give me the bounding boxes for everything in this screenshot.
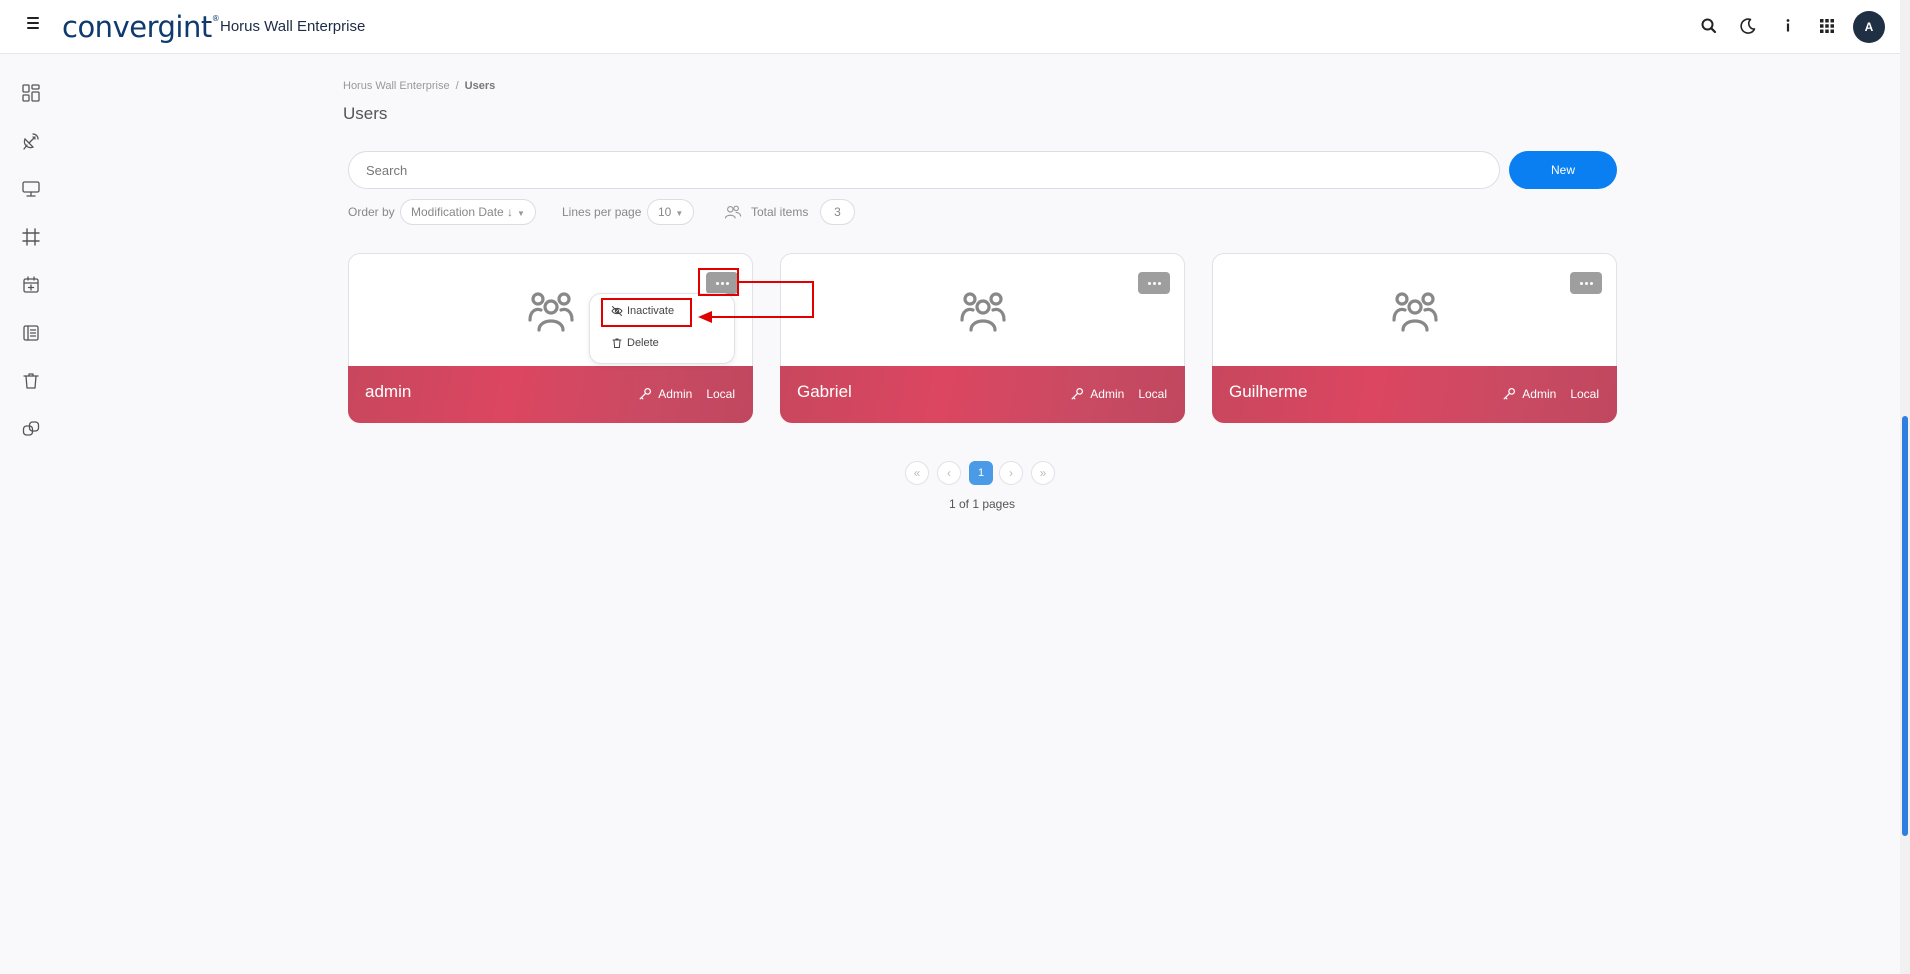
breadcrumb-parent[interactable]: Horus Wall Enterprise [343,80,450,92]
user-card[interactable]: Guilherme Admin Local [1212,253,1617,423]
menu-item-delete[interactable]: Delete [611,337,659,349]
frame-icon[interactable] [21,227,41,247]
order-by-label: Order by [348,205,395,219]
key-icon [1503,387,1516,400]
eye-off-icon [611,306,623,316]
users-group-icon [528,292,574,332]
total-items-label: Total items [751,205,809,219]
scrollbar-thumb[interactable] [1902,416,1908,836]
user-role: Admin [1090,387,1125,401]
user-card[interactable]: Gabriel Admin Local [780,253,1185,423]
lines-per-page-select[interactable]: 10 ▼ [647,199,695,225]
apps-grid-icon[interactable] [1817,16,1837,36]
pages-info: 1 of 1 pages [948,497,1016,511]
search-icon[interactable] [1699,16,1719,36]
menu-item-inactivate[interactable]: Inactivate [611,305,674,317]
user-avatar[interactable]: A [1853,11,1885,43]
card-options-button[interactable] [706,272,738,294]
users-group-icon [960,292,1006,332]
lines-per-page-label: Lines per page [562,205,642,219]
users-group-icon [1392,292,1438,332]
app-title: Horus Wall Enterprise [220,18,366,35]
dashboard-icon[interactable] [21,83,41,103]
user-source: Local [1570,387,1599,401]
user-source: Local [1138,387,1167,401]
total-items-count: 3 [820,199,855,225]
previous-page-button[interactable]: ‹ [937,461,961,485]
hamburger-menu-icon[interactable] [27,17,39,29]
key-icon [639,387,652,400]
user-role: Admin [658,387,693,401]
chevron-down-icon: ▼ [517,209,525,218]
top-header: convergint® Horus Wall Enterprise A [0,0,1900,54]
card-footer: Guilherme Admin Local [1212,366,1617,423]
page-1-button[interactable]: 1 [969,461,993,485]
satellite-icon[interactable] [21,131,41,151]
new-user-button[interactable]: New [1509,151,1617,189]
breadcrumb-current: Users [464,80,496,92]
user-tags: Admin Local [1502,387,1599,401]
user-tags: Admin Local [638,387,735,401]
order-by-select[interactable]: Modification Date ↓ ▼ [400,199,536,225]
card-footer: Gabriel Admin Local [780,366,1185,423]
layout-icon[interactable] [21,323,41,343]
card-options-menu: Inactivate Delete [589,293,735,364]
sidebar [0,55,64,974]
annotation-arrowhead-icon [698,311,712,323]
calendar-plus-icon[interactable] [21,275,41,295]
monitor-icon[interactable] [21,179,41,199]
card-options-button[interactable] [1138,272,1170,294]
last-page-button[interactable]: » [1031,461,1055,485]
page-title: Users [343,104,388,123]
trash-icon[interactable] [21,371,41,391]
user-role: Admin [1522,387,1557,401]
card-footer: admin Admin Local [348,366,753,423]
search-input[interactable] [348,151,1500,189]
breadcrumb: Horus Wall Enterprise / Users [343,80,495,92]
convergint-logo[interactable]: convergint® [62,10,220,44]
info-icon[interactable] [1778,16,1798,36]
user-name: Guilherme [1229,382,1308,401]
user-tags: Admin Local [1070,387,1167,401]
user-name: Gabriel [797,382,852,401]
link-icon[interactable] [21,419,41,439]
page-scrollbar[interactable] [1900,0,1910,974]
next-page-button[interactable]: › [999,461,1023,485]
first-page-button[interactable]: « [905,461,929,485]
card-options-button[interactable] [1570,272,1602,294]
moon-icon[interactable] [1738,16,1758,36]
key-icon [1071,387,1084,400]
trash-icon [612,338,622,348]
user-source: Local [706,387,735,401]
breadcrumb-separator: / [455,80,459,92]
chevron-down-icon: ▼ [675,209,684,218]
users-icon [724,205,742,219]
user-name: admin [365,382,412,401]
